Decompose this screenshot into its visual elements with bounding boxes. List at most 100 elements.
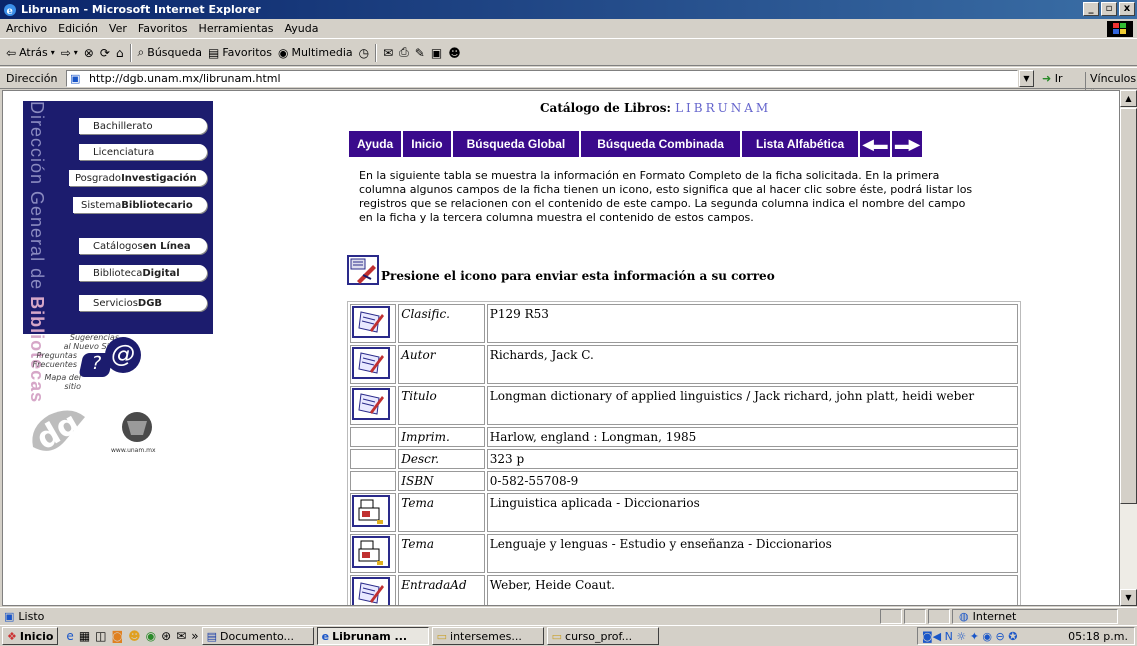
home-button[interactable]: ⌂ [116,46,124,60]
notebook-icon[interactable] [352,577,390,605]
mail-button[interactable]: ✉ [383,46,393,60]
sidebar-item-catalogos[interactable]: Catálogos en Línea [79,238,207,254]
notebook-icon[interactable] [352,347,390,382]
question-icon[interactable]: ? [78,353,114,377]
toolbar-separator [129,43,132,62]
menu-ayuda[interactable]: Ayuda [284,22,318,35]
record-field-value: Longman dictionary of applied linguistic… [486,386,1018,425]
scroll-thumb[interactable] [1120,108,1137,504]
taskbar: ❖ Inicio e ▦ ◫ ◙ ☻ ◉ ⊛ ✉ » ▤ Documento... … [0,625,1137,646]
notebook-icon[interactable] [352,388,390,423]
unam-url[interactable]: www.unam.mx [111,447,156,454]
address-bar: Dirección ▣ http://dgb.unam.mx/librunam.… [0,67,1137,98]
record-field-value: Richards, Jack C. [486,345,1018,384]
outlook-icon[interactable]: ◫ [95,629,106,643]
discuss-button[interactable]: ▣ [431,46,442,60]
scroll-down-icon[interactable]: ▼ [1120,589,1137,606]
multimedia-button[interactable]: ◉ Multimedia [278,46,353,60]
more-chevron-icon[interactable]: » [191,629,198,643]
forward-button[interactable]: ⇨ ▾ [61,46,78,60]
page-viewport: Dirección General de Bibliotecas Bachill… [2,90,1120,606]
history-button[interactable]: ◷ [359,46,369,60]
sidebar-vertical-title: Dirección General de Bibliotecas [27,101,47,404]
send-mail-icon[interactable] [347,255,379,285]
tray-icons[interactable]: ◙◀ N ☼ ✦ ◉ ⊖ ✪ [918,630,1017,643]
record-field-name: Titulo [398,386,485,425]
discuss-icon: ▣ [430,45,443,60]
next-arrow-icon[interactable]: ▬▶ [892,131,923,157]
task-curso[interactable]: ▭ curso_prof... [546,627,659,645]
menu-archivo[interactable]: Archivo [6,22,47,35]
prev-arrow-icon[interactable]: ◀▬ [860,131,891,157]
menu-ver[interactable]: Ver [109,22,127,35]
record-icon-cell [350,493,397,532]
history-icon: ◷ [358,45,370,60]
network-icon[interactable]: ⊛ [161,629,171,643]
clock: 05:18 p.m. [1068,629,1128,643]
window-title: Librunam - Microsoft Internet Explorer [21,3,261,16]
nav-inicio[interactable]: Inicio [403,131,451,157]
address-input[interactable]: ▣ http://dgb.unam.mx/librunam.html [66,70,1018,87]
messenger-button[interactable]: ☻ [448,46,461,60]
record-field-name: Clasific. [398,304,485,343]
search-button[interactable]: ⌕ Búsqueda [138,45,202,60]
vertical-scrollbar[interactable]: ▲ ▼ [1120,90,1137,606]
print-icon: ⎙ [399,45,409,59]
nav-busqueda-combinada[interactable]: Búsqueda Combinada [581,131,740,157]
go-button[interactable]: ➜ Ir [1042,72,1063,85]
topic-icon[interactable] [352,495,390,530]
address-dropdown-button[interactable]: ▼ [1019,70,1034,87]
back-button[interactable]: ⇦ Atrás ▾ [6,46,55,60]
table-row: Tema Linguistica aplicada - Diccionarios [350,493,1018,532]
record-icon-cell [350,534,397,573]
sidebar-item-bachillerato[interactable]: Bachillerato [79,118,207,134]
desktop-icon[interactable]: ▦ [79,629,90,643]
print-button[interactable]: ⎙ [399,45,409,60]
sidebar-item-servicios[interactable]: Servicios DGB [79,295,207,311]
maximize-button[interactable]: ▫ [1101,2,1117,16]
scroll-up-icon[interactable]: ▲ [1120,90,1137,107]
ie-quicklaunch-icon[interactable]: e [66,629,73,643]
word-icon: ▤ [206,629,218,643]
task-documento[interactable]: ▤ Documento... [201,627,314,645]
player-icon[interactable]: ◉ [146,629,156,643]
page-title: Catálogo de Libros: LIBRUNAM [540,101,772,115]
go-arrow-icon: ➜ [1042,72,1052,85]
sidebar-item-posgrado[interactable]: Posgrado Investigación [69,170,207,186]
menu-favoritos[interactable]: Favoritos [138,22,188,35]
close-button[interactable]: x [1119,2,1135,16]
messenger-icon: ☻ [448,45,461,60]
record-icon-cell [350,386,397,425]
mail-quick-icon[interactable]: ✉ [176,629,186,643]
notebook-icon[interactable] [352,306,390,341]
quick-launch: e ▦ ◫ ◙ ☻ ◉ ⊛ ✉ » [66,629,198,643]
messenger-quick-icon[interactable]: ☻ [128,629,141,643]
faq-link[interactable]: Preguntas Frecuentes [27,351,78,369]
task-intersemes[interactable]: ▭ intersemes... [431,627,544,645]
minimize-button[interactable]: _ [1083,2,1099,16]
nav-lista-alfabetica[interactable]: Lista Alfabética [741,131,859,157]
multimedia-icon: ◉ [277,45,289,60]
favorites-button[interactable]: ▤ Favoritos [208,46,272,60]
menu-herramientas[interactable]: Herramientas [199,22,274,35]
nav-ayuda[interactable]: Ayuda [349,131,402,157]
sitemap-link[interactable]: Mapa del sitio [31,373,81,391]
menu-edicion[interactable]: Edición [58,22,98,35]
record-field-name: Autor [398,345,485,384]
table-row: Descr. 323 p [350,449,1018,469]
topic-icon[interactable] [352,536,390,571]
sidebar-item-sistema[interactable]: Sistema Bibliotecario [73,197,207,213]
record-field-value: Lenguaje y lenguas - Estudio y enseñanza… [486,534,1018,573]
sidebar-item-licenciatura[interactable]: Licenciatura [79,144,207,160]
refresh-button[interactable]: ⟳ [100,46,110,60]
nav-busqueda-global[interactable]: Búsqueda Global [452,131,580,157]
edit-button[interactable]: ✎ [415,46,425,60]
task-librunam[interactable]: e Librunam ... [316,627,429,645]
stop-button[interactable]: ⊗ [84,46,94,60]
sidebar-item-biblioteca[interactable]: Biblioteca Digital [79,265,207,281]
media-icon[interactable]: ◙ [112,629,124,643]
record-table: Clasific. P129 R53 Autor Richards, Jack C. T… [347,301,1021,605]
record-field-name: Imprim. [398,427,485,447]
edit-icon: ✎ [414,45,425,60]
start-button[interactable]: ❖ Inicio [2,627,59,645]
